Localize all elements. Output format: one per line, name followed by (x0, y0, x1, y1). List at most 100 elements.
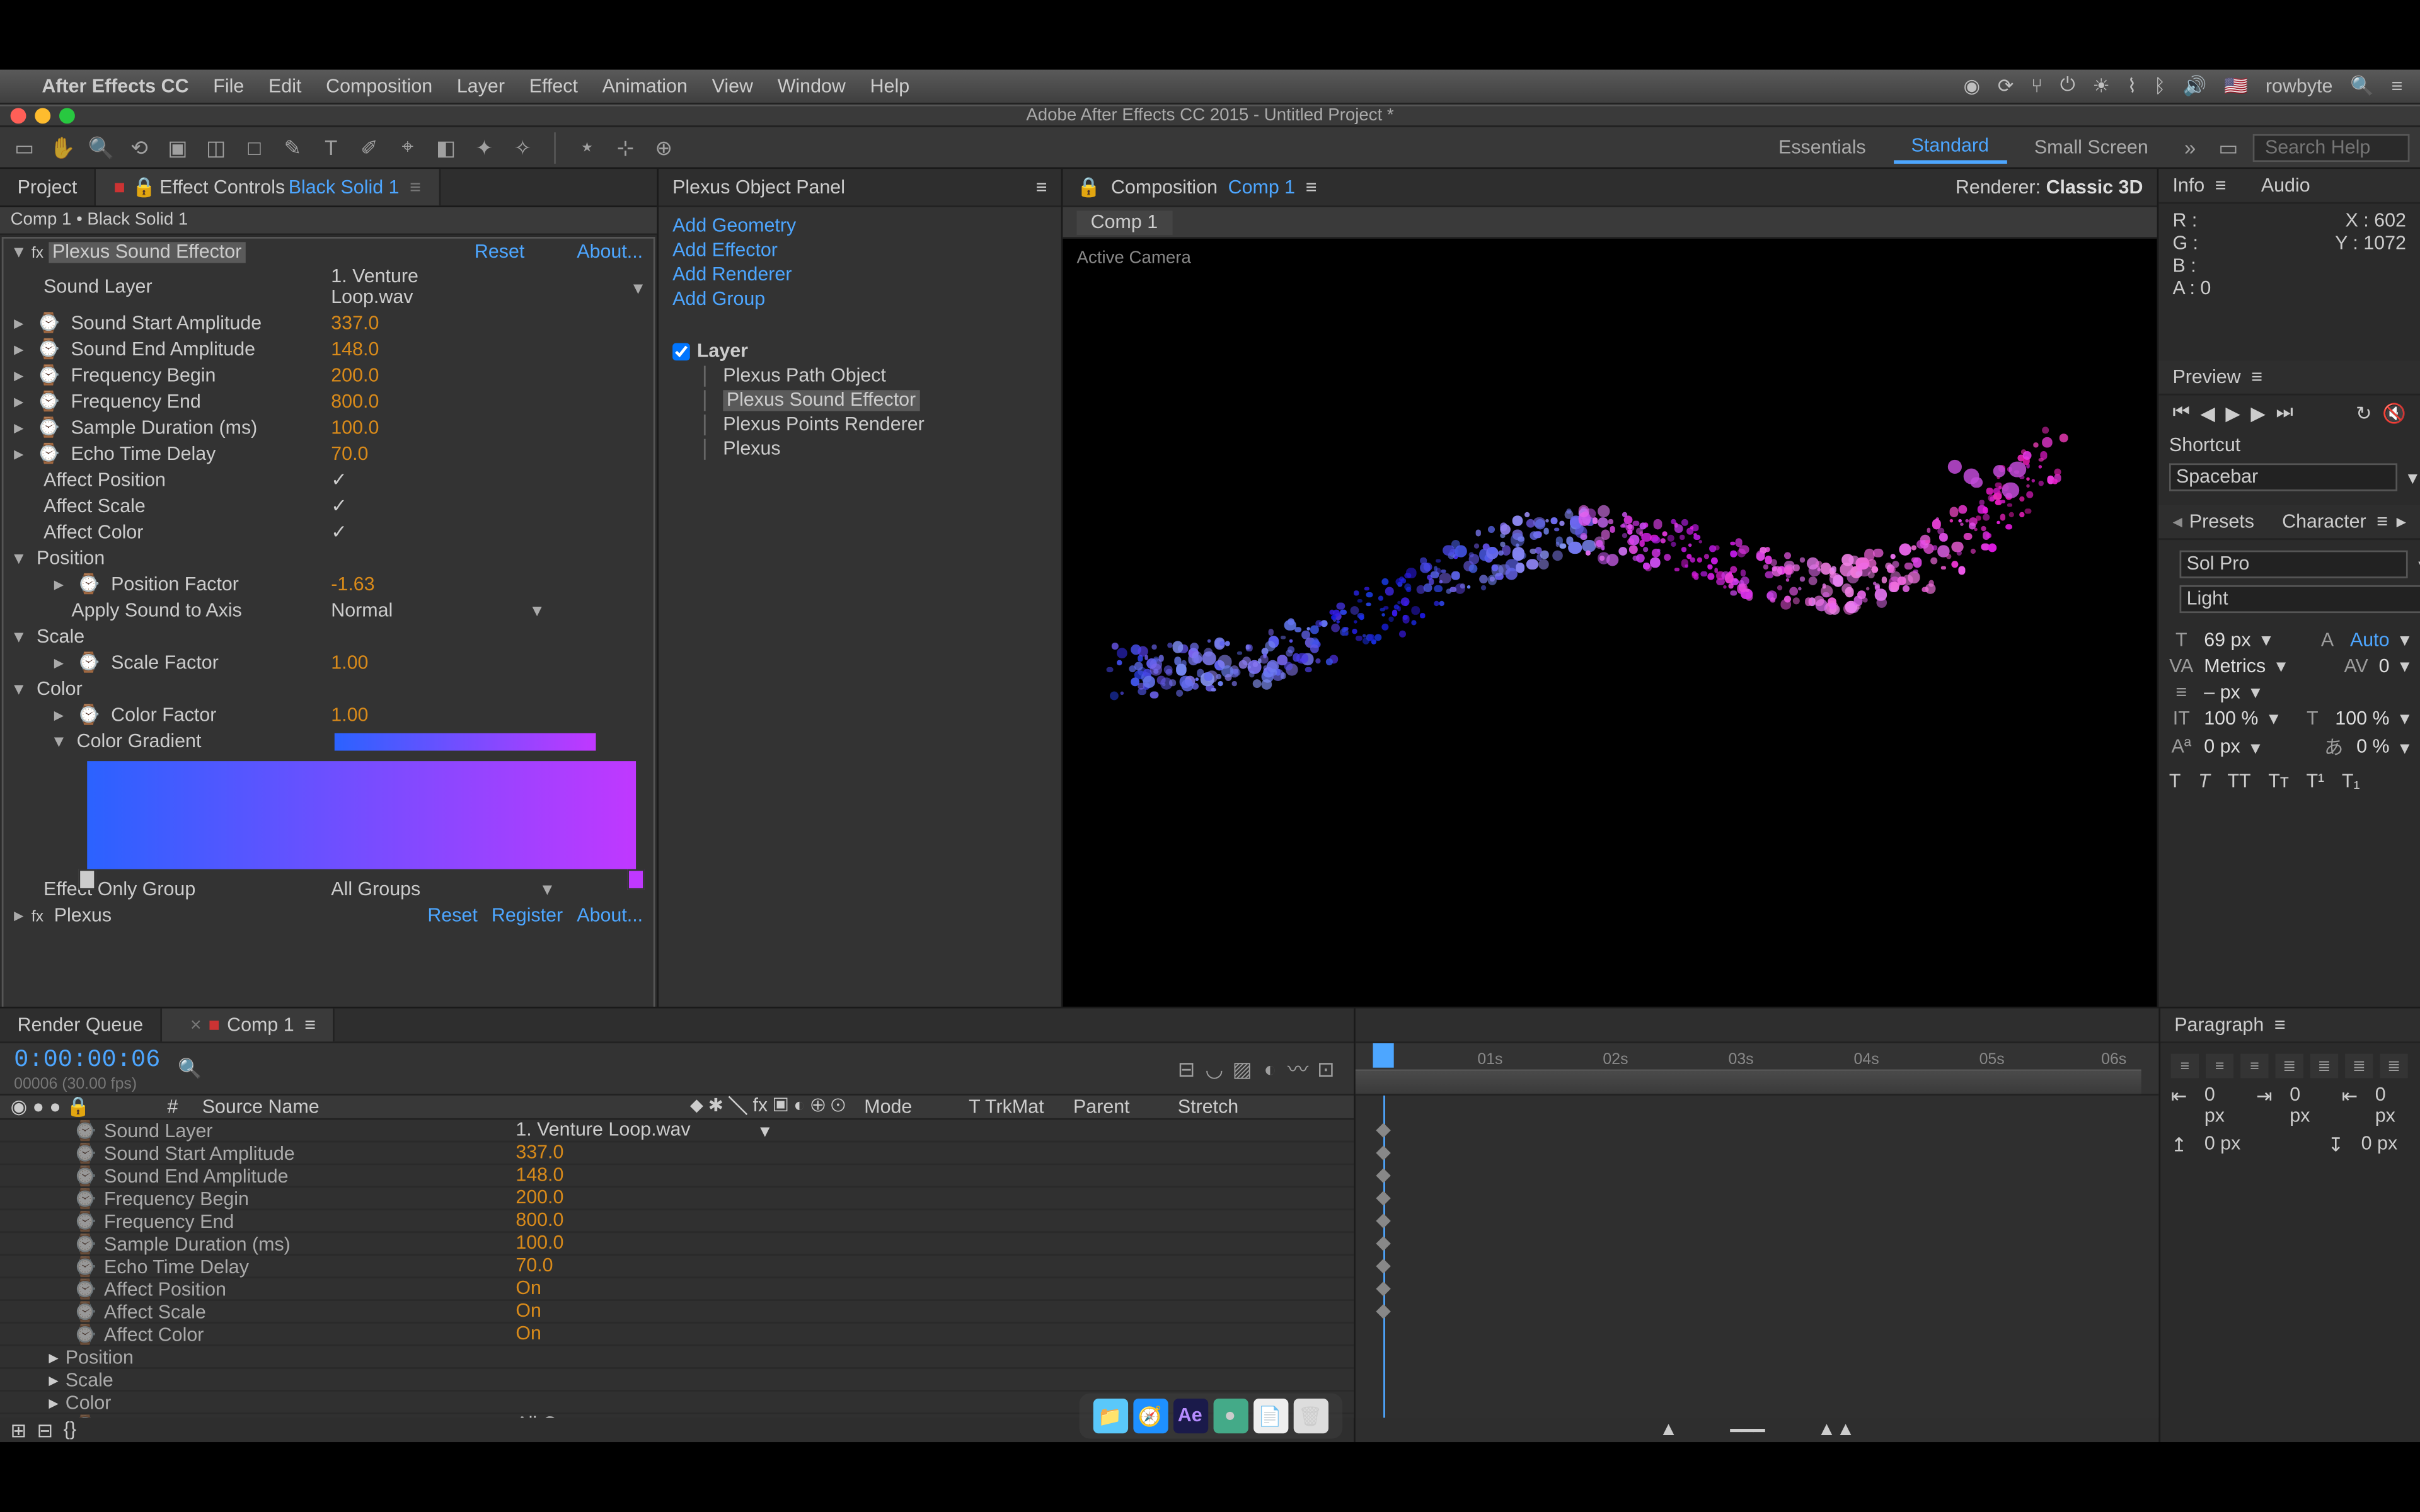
add-effector-button[interactable]: Add Effector (672, 239, 1047, 263)
allcaps-icon[interactable]: TT (2227, 772, 2250, 793)
effect-group-dropdown[interactable]: All Groups▾ (331, 878, 552, 900)
effect2-name[interactable]: Plexus (54, 905, 112, 925)
world-axis-icon[interactable]: ⊹ (611, 133, 639, 161)
timeline-row[interactable]: ⌚Frequency Begin200.0 (0, 1188, 1354, 1210)
tab-paragraph[interactable]: Paragraph (2174, 1014, 2264, 1035)
justify-all-icon[interactable]: ≣ (2380, 1054, 2407, 1079)
color-factor[interactable]: 1.00 (331, 704, 368, 725)
apply-axis-dropdown[interactable]: Normal▾ (331, 599, 541, 622)
wifi-icon[interactable]: ⌇ (2127, 75, 2136, 98)
tree-plexus[interactable]: Plexus (723, 439, 780, 460)
clone-tool-icon[interactable]: ⌖ (394, 133, 422, 161)
layer-visibility-check[interactable] (672, 343, 690, 361)
selection-tool-icon[interactable]: ▭ (11, 133, 38, 161)
layer-node[interactable]: Layer (697, 341, 748, 362)
menu-window[interactable]: Window (778, 76, 846, 96)
tree-path-object[interactable]: Plexus Path Object (723, 366, 886, 387)
renderer-button[interactable]: Classic 3D (2046, 177, 2143, 198)
time-ruler[interactable]: 01s 02s 03s 04s 05s 06s (1356, 1043, 2158, 1096)
tsume[interactable]: 0 % (2356, 736, 2389, 757)
flag-icon[interactable]: 🇺🇸 (2224, 75, 2248, 98)
loop-icon[interactable]: ↻ (2356, 403, 2371, 425)
superscript-icon[interactable]: T¹ (2306, 772, 2324, 793)
vscale[interactable]: 100 % (2204, 708, 2258, 729)
eraser-tool-icon[interactable]: ◧ (432, 133, 460, 161)
tab-preview[interactable]: Preview (2172, 367, 2240, 387)
tree-points-renderer[interactable]: Plexus Points Renderer (723, 415, 924, 435)
dock-finder-icon[interactable]: 📁 (1092, 1399, 1127, 1433)
pen-tool-icon[interactable]: ✎ (279, 133, 306, 161)
sync-icon[interactable]: ⑂ (2031, 76, 2043, 96)
next-frame-icon[interactable]: ▶ (2250, 403, 2265, 425)
current-time[interactable]: 0:00:00:06 (14, 1046, 160, 1074)
timeline-row[interactable]: ⌚Echo Time Delay70.0 (0, 1256, 1354, 1278)
graph-editor-icon[interactable]: 〰 (1284, 1055, 1312, 1082)
zoom-out-icon[interactable]: ▲ (1659, 1419, 1678, 1440)
font-dropdown[interactable] (2180, 551, 2408, 578)
tab-render-queue[interactable]: Render Queue (0, 1009, 163, 1042)
zoom-in-icon[interactable]: ▲▲ (1817, 1419, 1855, 1440)
display-icon[interactable]: ☀ (2093, 75, 2110, 98)
workspace-reset-icon[interactable]: ▭ (2215, 133, 2242, 161)
cc-icon[interactable]: ⟳ (1998, 75, 2014, 98)
tab-presets[interactable]: Presets (2189, 511, 2254, 532)
comp-mini-icon[interactable]: ⊟ (1173, 1055, 1201, 1082)
hscale[interactable]: 100 % (2335, 708, 2389, 729)
timeline-row[interactable]: ⌚Sound Layer1. Venture Loop.wav ▾ (0, 1120, 1354, 1143)
type-tool-icon[interactable]: T (317, 133, 345, 161)
tab-project[interactable]: Project (0, 169, 96, 205)
effect-name[interactable]: Plexus Sound Effector (49, 241, 245, 262)
scale-factor[interactable]: 1.00 (331, 652, 368, 673)
add-group-button[interactable]: Add Group (672, 287, 1047, 312)
position-factor[interactable]: -1.63 (331, 574, 374, 595)
record-icon[interactable]: ◉ (1964, 75, 1981, 98)
power-icon[interactable]: ⏻ (2060, 75, 2075, 98)
toggle-switches-icon[interactable]: ⊞ (11, 1419, 26, 1441)
param-echo[interactable]: 70.0 (331, 444, 368, 464)
menu-edit[interactable]: Edit (268, 76, 301, 96)
motion-blur-icon[interactable]: ◐ (1256, 1055, 1284, 1082)
gradient-stop-right[interactable] (627, 869, 645, 890)
search-help-input[interactable] (2253, 133, 2410, 161)
gradient-stop-left[interactable] (78, 869, 96, 890)
user-name[interactable]: rowbyte (2266, 76, 2333, 96)
subscript-icon[interactable]: T₁ (2342, 772, 2360, 793)
faux-italic-icon[interactable]: T (2198, 772, 2210, 793)
comp-subtab[interactable]: Comp 1 (1077, 210, 1172, 234)
camera-tool-icon[interactable]: ▣ (164, 133, 192, 161)
toggle-modes-icon[interactable]: ⊟ (37, 1419, 53, 1441)
brain-icon[interactable]: ⊡ (1312, 1055, 1340, 1082)
timeline-row[interactable]: ⌚Sample Duration (ms)100.0 (0, 1233, 1354, 1256)
viewer-lock-icon[interactable]: 🔒 (1077, 176, 1101, 198)
add-renderer-button[interactable]: Add Renderer (672, 263, 1047, 287)
volume-icon[interactable]: 🔊 (2183, 75, 2207, 98)
faux-bold-icon[interactable]: T (2169, 772, 2181, 793)
about-button[interactable]: About... (577, 241, 643, 262)
menubar[interactable]: After Effects CC File Edit Composition L… (0, 70, 2420, 105)
menu-view[interactable]: View (712, 76, 753, 96)
pan-behind-tool-icon[interactable]: ◫ (202, 133, 230, 161)
workspace-more-icon[interactable]: » (2176, 133, 2204, 161)
font-size[interactable]: 69 px (2204, 629, 2250, 650)
menu-help[interactable]: Help (870, 76, 910, 96)
spotlight-icon[interactable]: 🔍 (2350, 75, 2374, 98)
timeline-row[interactable]: ⌚Frequency End800.0 (0, 1210, 1354, 1233)
roto-tool-icon[interactable]: ✦ (470, 133, 498, 161)
tab-menu-icon[interactable]: ≡ (1306, 177, 1317, 198)
play-icon[interactable]: ▶ (2225, 403, 2240, 425)
weight-dropdown[interactable] (2180, 585, 2420, 613)
twirl-p0[interactable]: ▸ (14, 312, 32, 335)
affect-scale-check[interactable]: ✓ (331, 495, 347, 517)
last-frame-icon[interactable]: ⏭ (2276, 403, 2293, 425)
twirl-fx1[interactable]: ▾ (14, 241, 32, 263)
workspace-essentials[interactable]: Essentials (1761, 133, 1883, 161)
stroke-width[interactable]: – px (2204, 682, 2240, 702)
timeline-row[interactable]: ⌚Affect PositionOn (0, 1278, 1354, 1301)
timeline-row[interactable]: ⌚Sound End Amplitude148.0 (0, 1166, 1354, 1188)
shortcut-dropdown[interactable] (2169, 463, 2397, 491)
param-sample-dur[interactable]: 100.0 (331, 417, 379, 438)
prev-frame-icon[interactable]: ◀ (2200, 403, 2215, 425)
leading[interactable]: Auto (2350, 629, 2390, 650)
puppet-tool-icon[interactable]: ✧ (509, 133, 536, 161)
add-geometry-button[interactable]: Add Geometry (672, 214, 1047, 239)
